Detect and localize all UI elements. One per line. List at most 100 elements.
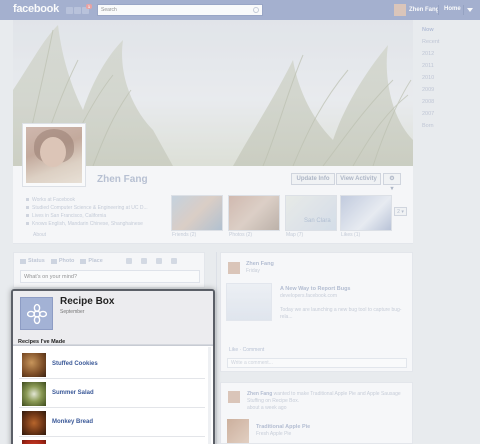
info-row: Works at Facebook bbox=[26, 196, 166, 204]
view-activity-button[interactable]: View Activity bbox=[336, 173, 381, 185]
settings-gear-button[interactable]: ⚙ ▾ bbox=[383, 173, 401, 192]
heart-icon[interactable] bbox=[141, 258, 147, 264]
story-time[interactable]: Friday bbox=[246, 268, 260, 274]
recipe-image[interactable] bbox=[22, 353, 46, 377]
map-thumbnail[interactable]: San Clara bbox=[285, 195, 337, 231]
timeline-nav-item[interactable]: 2011 bbox=[418, 60, 458, 72]
story-card: Zhen Fang wanted to make Traditional App… bbox=[220, 382, 413, 444]
info-row: Lives in San Francisco, California bbox=[26, 212, 166, 220]
tab-status[interactable]: Status bbox=[20, 258, 45, 264]
avatar[interactable] bbox=[228, 262, 240, 274]
avatar[interactable] bbox=[228, 391, 240, 403]
flag-icon[interactable] bbox=[171, 258, 177, 264]
search-box bbox=[97, 4, 263, 16]
notification-count-badge: 1 bbox=[86, 4, 92, 9]
recipe-image[interactable] bbox=[22, 440, 46, 444]
briefcase-icon bbox=[26, 198, 29, 202]
link-url: developers.facebook.com bbox=[280, 293, 337, 299]
recipe-item[interactable]: Summer Salad bbox=[19, 381, 205, 408]
recipe-box-app-icon[interactable] bbox=[20, 297, 53, 330]
divider bbox=[463, 5, 464, 15]
timeline-nav-item[interactable]: Now bbox=[418, 24, 458, 36]
likes-label[interactable]: Likes (1) bbox=[341, 232, 360, 238]
friends-thumbnail[interactable] bbox=[171, 195, 223, 231]
timeline-nav-item[interactable]: 2012 bbox=[418, 48, 458, 60]
friends-label[interactable]: Friends (2) bbox=[172, 232, 196, 238]
popup-scrollbar[interactable] bbox=[208, 347, 211, 444]
story-text: Zhen Fang wanted to make Traditional App… bbox=[247, 391, 407, 412]
search-icon[interactable] bbox=[253, 7, 259, 13]
timeline-spine bbox=[216, 252, 217, 444]
info-text: Knows English, Mandarin Chinese, Shangha… bbox=[32, 221, 143, 227]
tab-photo[interactable]: Photo bbox=[50, 258, 75, 264]
link-thumbnail[interactable] bbox=[226, 283, 272, 321]
popup-subtitle: September bbox=[60, 309, 85, 315]
update-info-button[interactable]: Update Info bbox=[291, 173, 335, 185]
account-menu-chevron-icon[interactable] bbox=[467, 8, 473, 12]
timeline-nav-item[interactable]: Recent bbox=[418, 36, 458, 48]
about-link[interactable]: About bbox=[33, 232, 46, 238]
search-input[interactable] bbox=[98, 5, 248, 15]
recipe-name[interactable]: Summer Salad bbox=[52, 390, 94, 396]
photos-label[interactable]: Photos (2) bbox=[229, 232, 252, 238]
profile-picture[interactable] bbox=[22, 123, 86, 187]
composer-tabs: Status Photo Place bbox=[20, 258, 103, 264]
profile-info-list: Works at Facebook Studied Computer Scien… bbox=[26, 196, 166, 228]
story-time[interactable]: about a week ago bbox=[247, 405, 286, 411]
recipe-subtitle: Fresh Apple Pie bbox=[256, 431, 292, 437]
friend-requests-icon[interactable] bbox=[66, 7, 73, 14]
map-label[interactable]: Map (7) bbox=[286, 232, 303, 238]
info-text: Studied Computer Science & Engineering a… bbox=[32, 205, 148, 211]
story-author[interactable]: Zhen Fang bbox=[246, 261, 274, 267]
info-row: Studied Computer Science & Engineering a… bbox=[26, 204, 166, 212]
face-shape bbox=[40, 137, 66, 167]
more-sections-button[interactable]: 2 ▾ bbox=[394, 207, 407, 216]
tab-place[interactable]: Place bbox=[80, 258, 103, 264]
top-bar: facebook 1 Zhen Fang Home bbox=[0, 0, 480, 20]
link-title[interactable]: A New Way to Report Bugs bbox=[280, 286, 351, 292]
tab-label: Place bbox=[88, 258, 103, 264]
recipe-item[interactable]: Monkey Bread bbox=[19, 410, 205, 437]
info-text: Works at Facebook bbox=[32, 197, 75, 203]
likes-thumbnail[interactable] bbox=[340, 195, 392, 231]
photos-thumbnail[interactable] bbox=[228, 195, 280, 231]
composer-icons bbox=[126, 258, 177, 264]
divider bbox=[438, 5, 439, 15]
status-icon bbox=[20, 258, 26, 264]
place-icon bbox=[80, 258, 87, 264]
recipe-item[interactable]: Stuffed Cookies bbox=[19, 352, 205, 379]
timeline-nav-item[interactable]: 2008 bbox=[418, 96, 458, 108]
home-link[interactable]: Home bbox=[444, 6, 461, 12]
messages-icon[interactable] bbox=[74, 7, 81, 14]
popup-title[interactable]: Recipe Box bbox=[60, 296, 114, 307]
comment-input[interactable]: Write a comment... bbox=[227, 358, 407, 368]
recipe-title[interactable]: Traditional Apple Pie bbox=[256, 424, 310, 430]
story-author[interactable]: Zhen Fang bbox=[247, 391, 272, 397]
recipe-name[interactable]: Monkey Bread bbox=[52, 419, 93, 425]
info-text: Lives in San Francisco, California bbox=[32, 213, 107, 219]
home-icon bbox=[26, 214, 29, 218]
recipe-image[interactable] bbox=[22, 382, 46, 406]
tab-label: Photo bbox=[58, 258, 75, 264]
facebook-logo[interactable]: facebook bbox=[13, 3, 59, 15]
profile-name[interactable]: Zhen Fang bbox=[97, 174, 148, 185]
person-icon[interactable] bbox=[126, 258, 132, 264]
recipe-thumbnail[interactable] bbox=[227, 419, 249, 443]
story-card: Zhen Fang Friday A New Way to Report Bug… bbox=[220, 252, 413, 372]
recipe-name[interactable]: Stuffed Cookies bbox=[52, 361, 98, 367]
like-comment-links[interactable]: Like · Comment bbox=[229, 347, 264, 353]
graduation-icon bbox=[26, 206, 29, 210]
timeline-nav-item[interactable]: Born bbox=[418, 120, 458, 132]
thumbs-up-icon[interactable] bbox=[156, 258, 162, 264]
timeline-nav-item[interactable]: 2010 bbox=[418, 72, 458, 84]
timeline-nav: Now Recent 2012 2011 2010 2009 2008 2007… bbox=[418, 24, 458, 132]
timeline-nav-item[interactable]: 2007 bbox=[418, 108, 458, 120]
timeline-nav-item[interactable]: 2009 bbox=[418, 84, 458, 96]
recipe-image[interactable] bbox=[22, 411, 46, 435]
status-input[interactable] bbox=[20, 270, 200, 283]
topbar-user[interactable]: Zhen Fang bbox=[394, 3, 439, 17]
recipe-item[interactable] bbox=[19, 439, 205, 444]
map-text: San Clara bbox=[304, 218, 331, 224]
avatar bbox=[394, 4, 406, 16]
tab-label: Status bbox=[28, 258, 45, 264]
